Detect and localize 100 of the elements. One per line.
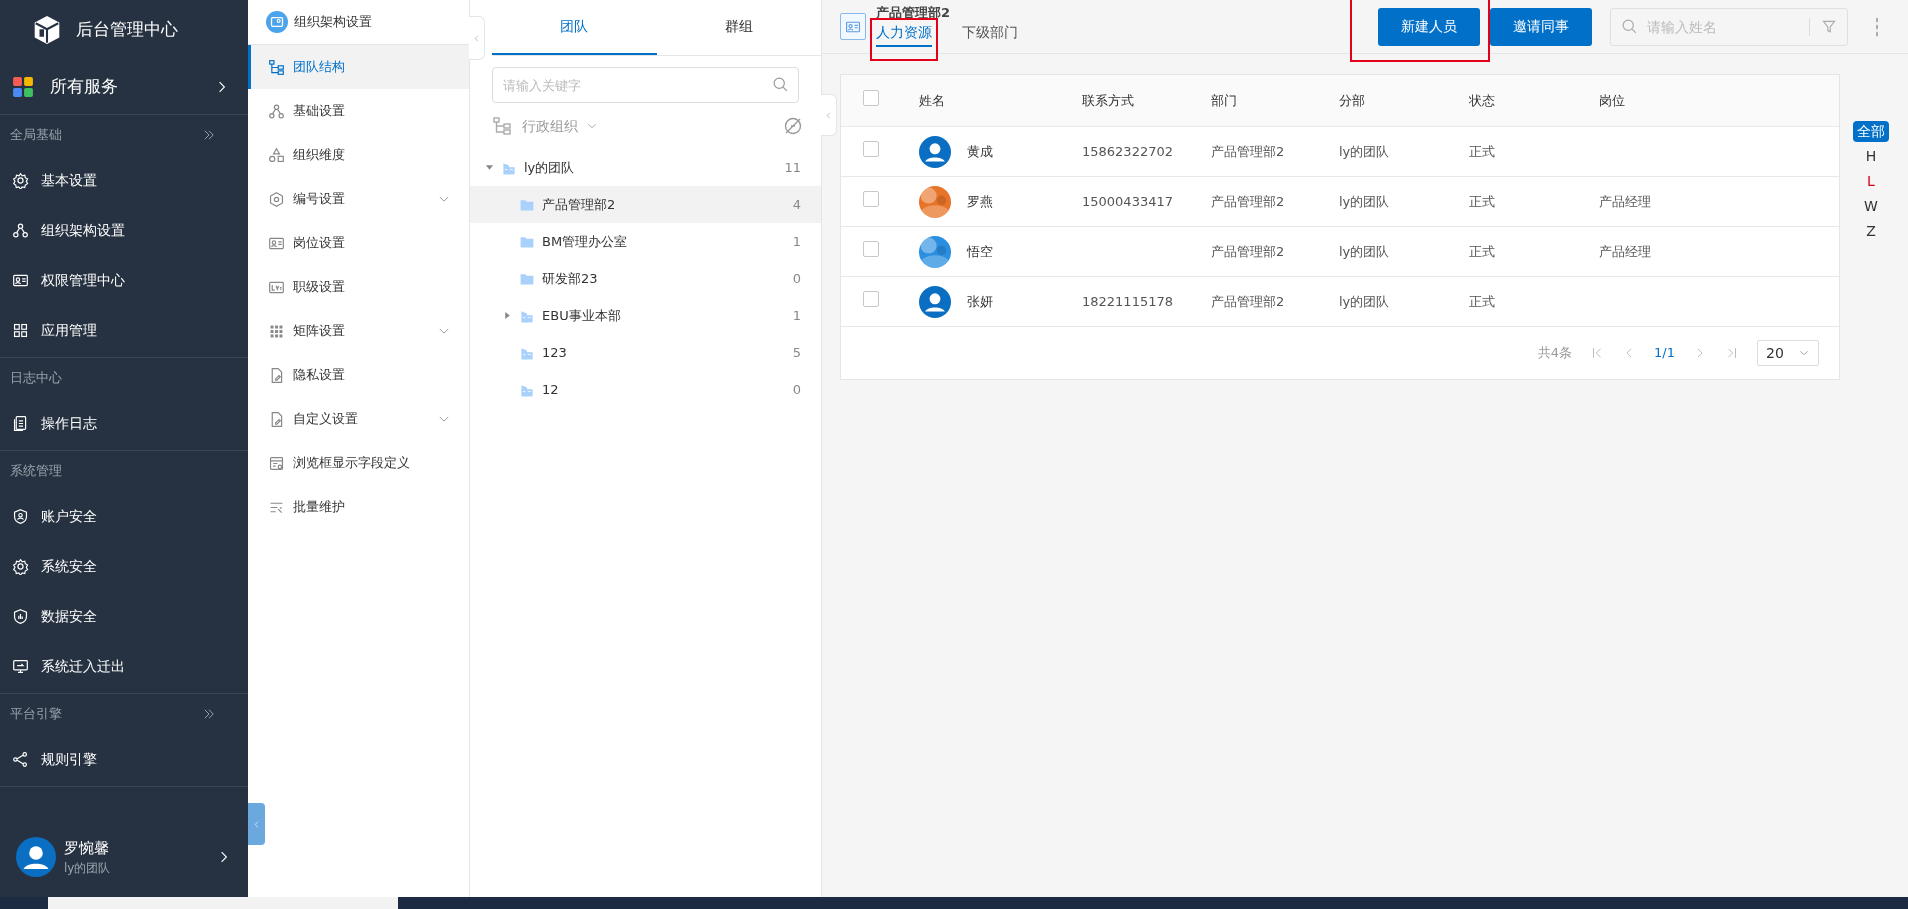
gear-icon xyxy=(12,557,29,575)
menu-item[interactable]: 基础设置 xyxy=(248,89,469,133)
collapse-handle[interactable] xyxy=(469,16,485,60)
app-title: 后台管理中心 xyxy=(76,18,178,42)
tree-row[interactable]: ly的团队 11 xyxy=(470,149,821,186)
tree-row[interactable]: EBU事业本部 1 xyxy=(470,297,821,334)
shield-icon xyxy=(12,507,29,525)
caret-down-icon[interactable] xyxy=(484,163,494,172)
menu-item[interactable]: 团队结构 xyxy=(248,45,469,89)
menu-item[interactable]: 职级设置 xyxy=(248,265,469,309)
nav-item[interactable]: 数据安全 xyxy=(0,591,248,641)
user-team: ly的团队 xyxy=(64,860,111,878)
last-page-button[interactable] xyxy=(1725,346,1739,360)
letter-filter[interactable]: Z xyxy=(1862,221,1880,242)
search-field[interactable]: 请输入关键字 xyxy=(492,67,799,103)
menu-item[interactable]: 批量维护 xyxy=(248,485,469,529)
table-cell-text: ly的团队 xyxy=(1339,192,1391,211)
nav-item[interactable]: 组织架构设置 xyxy=(0,205,248,255)
table-cell-text: ly的团队 xyxy=(1339,242,1391,261)
row-checkbox[interactable] xyxy=(863,291,879,308)
person-name: 张妍 xyxy=(967,292,993,311)
menu-item[interactable]: 岗位设置 xyxy=(248,221,469,265)
select-all-checkbox[interactable] xyxy=(863,90,879,107)
page-size-select[interactable]: 20 xyxy=(1757,340,1819,366)
all-services-item[interactable]: 所有服务 xyxy=(0,60,248,115)
section-heading: 平台引擎 xyxy=(10,705,62,724)
monitor-icon xyxy=(12,657,29,675)
member-count: 5 xyxy=(792,343,801,362)
node-label: ly的团队 xyxy=(524,158,575,177)
tab[interactable]: 团队 xyxy=(492,0,657,55)
tab[interactable]: 下级部门 xyxy=(962,22,1018,48)
shield-icon xyxy=(12,607,29,625)
table-cell-text: 正式 xyxy=(1469,142,1496,161)
nav-item[interactable]: 系统迁入迁出 xyxy=(0,641,248,691)
tree-row[interactable]: BM管理办公室 1 xyxy=(470,223,821,260)
node-label: EBU事业本部 xyxy=(542,306,621,325)
action-button[interactable]: 新建人员 xyxy=(1378,7,1480,46)
name-search-field[interactable]: 请输入姓名 xyxy=(1610,7,1848,46)
hierarchy-icon xyxy=(12,221,29,239)
tree-row[interactable]: 123 5 xyxy=(470,334,821,371)
nav-item[interactable]: 账户安全 xyxy=(0,491,248,541)
nodes-icon xyxy=(12,750,29,768)
tree-row[interactable]: 产品管理部2 4 xyxy=(470,186,821,223)
row-checkbox[interactable] xyxy=(863,241,879,258)
tab[interactable]: 人力资源 xyxy=(876,22,932,48)
taskbar-search-field[interactable] xyxy=(48,897,398,909)
org-tree-icon xyxy=(268,58,285,76)
document-icon xyxy=(12,414,29,432)
table-cell-text: 产品管理部2 xyxy=(1211,192,1286,211)
menu-item[interactable]: 隐私设置 xyxy=(248,353,469,397)
table-cell-text: 正式 xyxy=(1469,242,1496,261)
table-cell-text: ly的团队 xyxy=(1339,142,1391,161)
tree-row[interactable]: 研发部23 0 xyxy=(470,260,821,297)
person-name: 黄成 xyxy=(967,142,993,161)
tab[interactable]: 群组 xyxy=(656,0,821,55)
letter-filter[interactable]: L xyxy=(1863,171,1879,192)
person-name: 罗燕 xyxy=(967,192,993,211)
chevron-left-icon xyxy=(252,819,261,829)
nav-item[interactable]: 基本设置 xyxy=(0,155,248,205)
letter-filter[interactable]: W xyxy=(1860,196,1882,217)
menu-item[interactable]: 组织维度 xyxy=(248,133,469,177)
collapse-handle[interactable] xyxy=(248,803,265,845)
menu-item[interactable]: 编号设置 xyxy=(248,177,469,221)
tree-row[interactable]: 12 0 xyxy=(470,371,821,408)
nav-item[interactable]: 应用管理 xyxy=(0,305,248,355)
menu-item[interactable]: 自定义设置 xyxy=(248,397,469,441)
table-cell-text: 产品管理部2 xyxy=(1211,242,1286,261)
column-header: 状态 xyxy=(1469,91,1496,110)
member-count: 1 xyxy=(792,232,801,251)
column-header: 分部 xyxy=(1339,91,1366,110)
section-heading: 系统管理 xyxy=(10,462,62,481)
nav-item[interactable]: 权限管理中心 xyxy=(0,255,248,305)
member-count: 4 xyxy=(792,195,801,214)
member-count: 0 xyxy=(792,269,801,288)
column-header: 姓名 xyxy=(919,91,946,110)
section-heading: 全局基础 xyxy=(10,126,62,145)
search-icon xyxy=(772,76,789,93)
collapse-handle[interactable] xyxy=(821,94,837,136)
table-cell-text: 正式 xyxy=(1469,192,1496,211)
row-checkbox[interactable] xyxy=(863,141,879,158)
chevron-left-icon xyxy=(824,110,833,120)
menu-item[interactable]: 浏览框显示字段定义 xyxy=(248,441,469,485)
column-header: 联系方式 xyxy=(1082,91,1135,110)
letter-filter[interactable]: 全部 xyxy=(1853,121,1889,142)
letter-filter[interactable]: H xyxy=(1861,146,1881,167)
nav-item[interactable]: 规则引擎 xyxy=(0,734,248,784)
member-count: 1 xyxy=(792,306,801,325)
caret-right-icon[interactable] xyxy=(502,311,512,320)
grid-icon xyxy=(12,321,29,339)
search-icon xyxy=(1621,17,1638,35)
column-header: 岗位 xyxy=(1599,91,1626,110)
menu-item[interactable]: 矩阵设置 xyxy=(248,309,469,353)
nav-item[interactable]: 操作日志 xyxy=(0,398,248,448)
page-indicator: 1/1 xyxy=(1654,344,1675,363)
user-avatar-icon xyxy=(16,837,56,877)
nav-item[interactable]: 系统安全 xyxy=(0,541,248,591)
node-label: BM管理办公室 xyxy=(542,232,628,251)
action-button[interactable]: 邀请同事 xyxy=(1490,7,1592,46)
user-avatar-icon xyxy=(919,285,951,318)
row-checkbox[interactable] xyxy=(863,191,879,208)
